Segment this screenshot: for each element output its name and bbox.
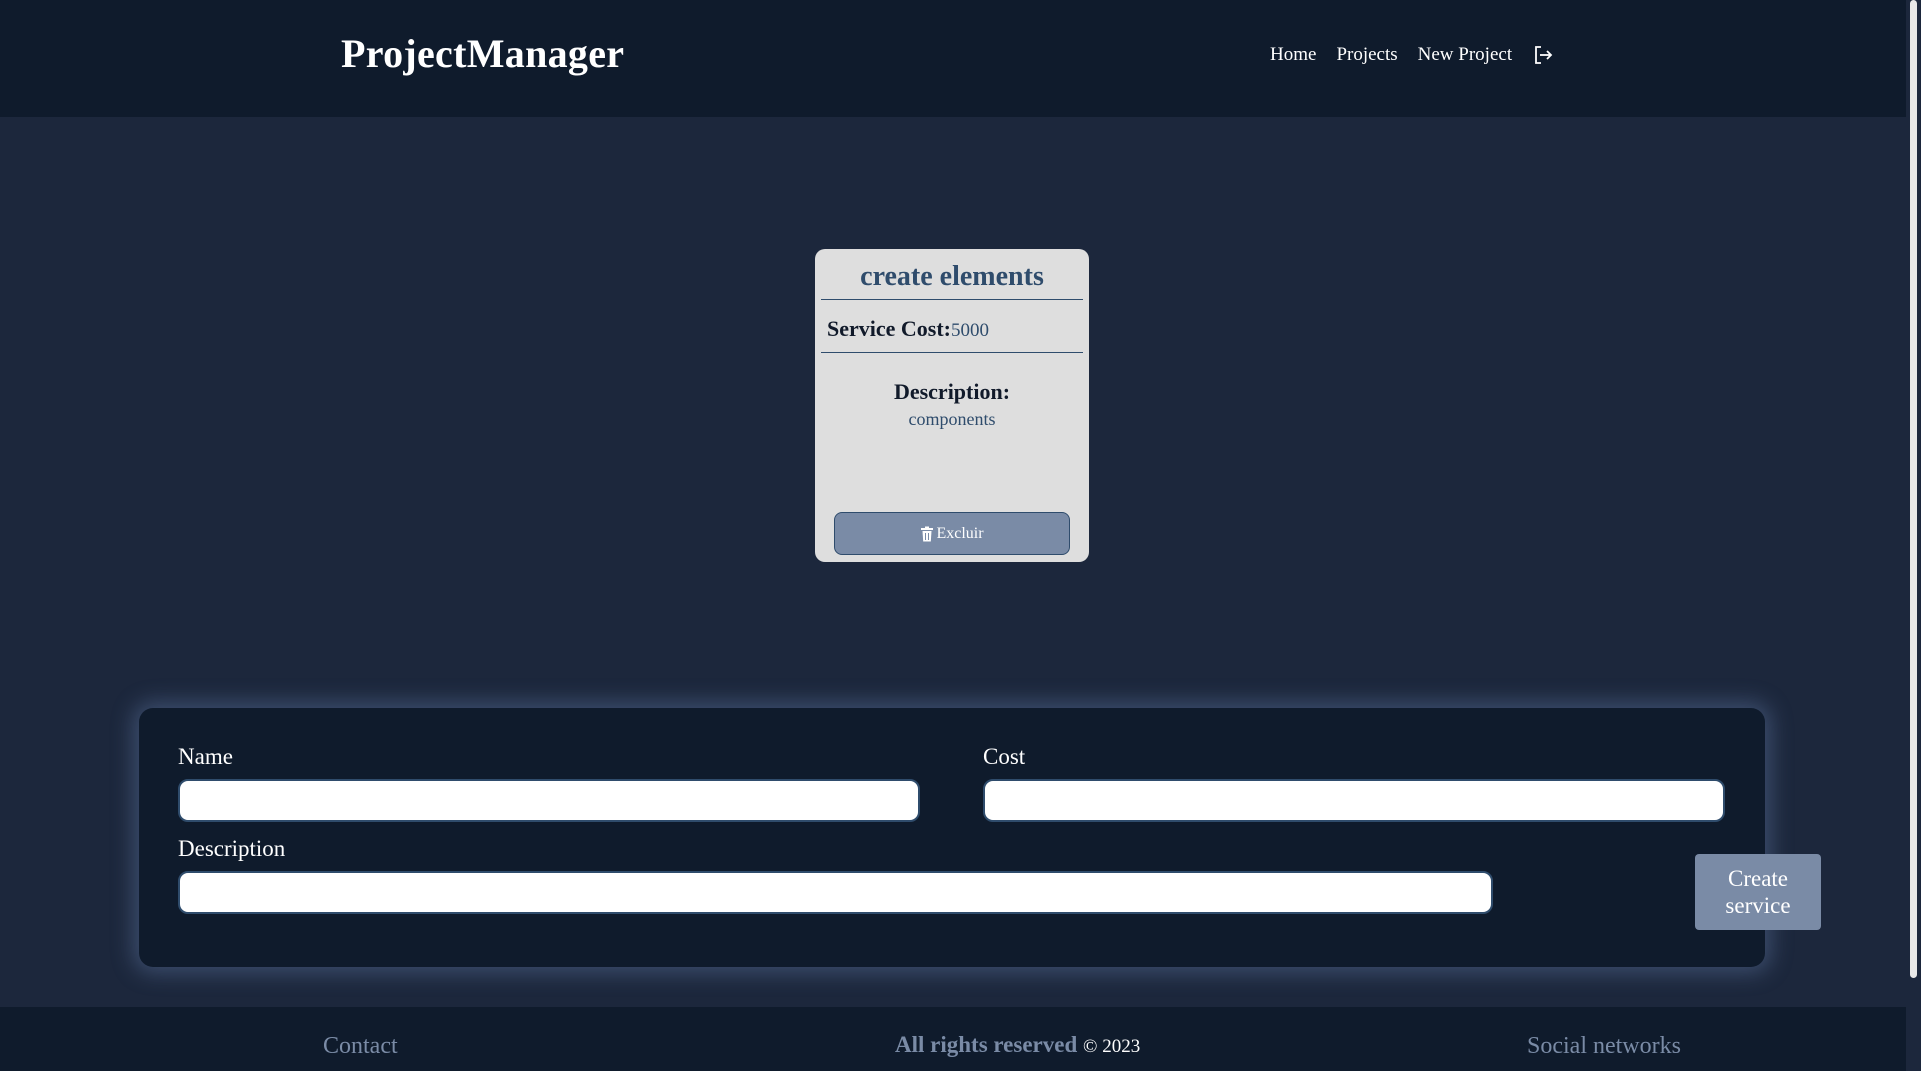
service-description-value: components — [908, 409, 996, 429]
delete-service-button[interactable]: Excluir — [834, 512, 1070, 555]
nav-new-project-link[interactable]: New Project — [1418, 44, 1512, 66]
vertical-scrollbar[interactable] — [1906, 0, 1921, 1071]
nav-home-link[interactable]: Home — [1270, 44, 1316, 66]
service-cost-row: Service Cost:5000 — [821, 300, 1083, 353]
service-card: create elements Service Cost:5000 Descri… — [815, 249, 1089, 562]
bottom-edge — [0, 1071, 1921, 1082]
name-input[interactable] — [178, 779, 920, 822]
footer-social-link[interactable]: Social networks — [1527, 1033, 1681, 1060]
description-label: Description — [178, 836, 286, 861]
service-cost-value: 5000 — [951, 320, 990, 341]
service-form: Name Cost Description Create service — [139, 708, 1821, 967]
page: ProjectManager Home Projects New Project… — [0, 0, 1906, 1071]
scrollbar-thumb[interactable] — [1910, 0, 1917, 978]
footer-copyright: All rights reserved © 2023 — [895, 1032, 1140, 1058]
create-service-label: Create service — [1725, 866, 1791, 918]
footer-contact-link[interactable]: Contact — [323, 1033, 398, 1060]
nav-projects-link[interactable]: Projects — [1336, 44, 1397, 66]
service-cost-label: Service Cost: — [827, 316, 952, 341]
create-service-button[interactable]: Create service — [1695, 854, 1821, 930]
cost-input[interactable] — [983, 779, 1725, 822]
top-navbar: ProjectManager Home Projects New Project — [0, 0, 1906, 117]
brand-logo[interactable]: ProjectManager — [341, 30, 624, 77]
cost-label: Cost — [983, 744, 1026, 769]
logout-icon[interactable] — [1532, 44, 1554, 66]
footer-rights-text: All rights reserved — [895, 1032, 1078, 1057]
trash-icon — [920, 526, 934, 542]
footer-year: © 2023 — [1083, 1036, 1141, 1057]
footer: Contact All rights reserved © 2023 Socia… — [0, 1007, 1906, 1071]
description-input[interactable] — [178, 871, 1493, 914]
service-card-title: create elements — [821, 249, 1083, 300]
service-description-block: Description: components — [821, 353, 1083, 430]
main-nav: Home Projects New Project — [1270, 44, 1554, 66]
name-label: Name — [178, 744, 233, 769]
service-description-label: Description: — [893, 379, 1011, 404]
delete-service-label: Excluir — [936, 524, 984, 542]
